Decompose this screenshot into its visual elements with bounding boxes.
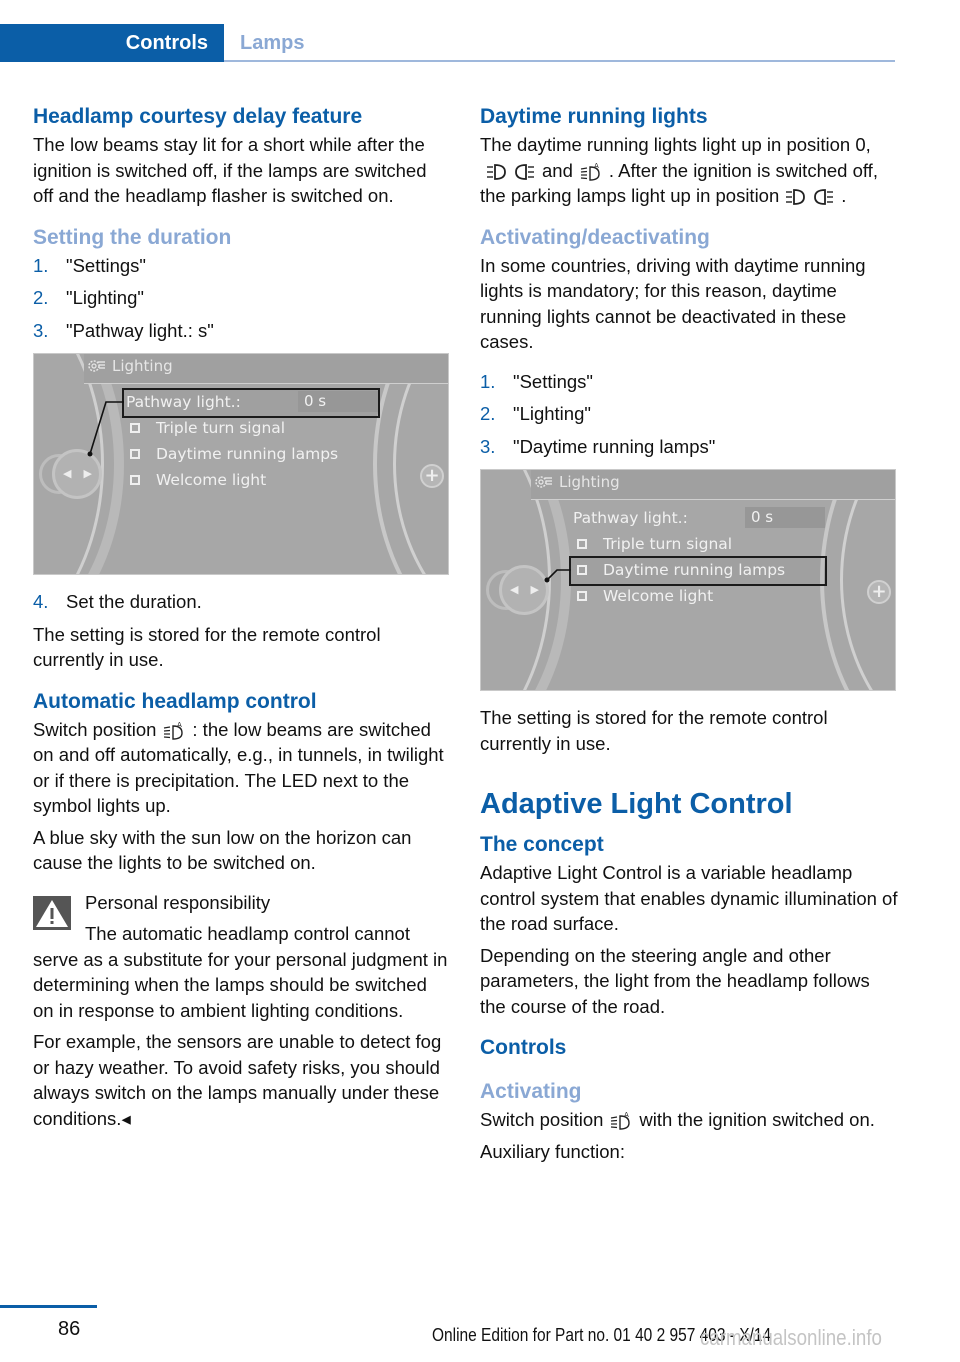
step-item: 3. "Pathway light.: s"	[33, 319, 214, 341]
automatic-headlamp-icon: A	[611, 1111, 631, 1130]
parking-lights-icon	[487, 163, 534, 180]
paragraph-stored: The setting is stored for the remote con…	[480, 707, 828, 754]
heading-auto-headlamp: Automatic headlamp control	[33, 689, 317, 713]
warning-text-2: For example, the sensors are unable to d…	[33, 1031, 442, 1129]
paragraph-auto: Switch position A: the low beams are swit…	[33, 718, 444, 817]
footer-rule	[0, 1305, 97, 1308]
automatic-headlamp-icon: A	[580, 162, 600, 181]
heading-courtesy-delay: Headlamp courtesy delay feature	[33, 105, 363, 128]
svg-text:A: A	[594, 162, 599, 170]
paragraph-switch: Switch position Awith the ignition switch…	[480, 1109, 875, 1130]
step-item: 4. Set the duration.	[33, 591, 202, 612]
svg-text:A: A	[177, 721, 182, 729]
step-item: 3. "Daytime running lamps"	[480, 435, 716, 457]
header-rule	[224, 60, 895, 62]
idrive-screenshot-pathway: Lighting Pathway light.: 0 s Triple turn …	[33, 353, 449, 575]
paragraph-drl: The daytime running lights light up in p…	[480, 134, 878, 206]
heading-controls: Controls	[480, 1036, 567, 1059]
watermark: carmanualsonline.info	[700, 1325, 882, 1350]
warning-text: The automatic headlamp control cannot se…	[33, 923, 448, 1021]
heading-activating: Activating	[480, 1080, 582, 1103]
steps-duration: 1. "Settings" 2. "Lighting" 3. "Pathway lig…	[33, 253, 451, 344]
heading-setting-duration: Setting the duration	[33, 225, 232, 249]
header-subsection-tab: Lamps	[240, 32, 305, 54]
steps-drl: 1. "Settings" 2. "Lighting" 3. "Daytime run…	[480, 369, 898, 460]
page-number: 86	[58, 1318, 81, 1340]
warning-triangle-icon	[33, 895, 71, 930]
parking-lights-icon	[786, 189, 834, 206]
heading-adaptive-light-control: Adaptive Light Control	[480, 788, 793, 820]
paragraph-steering: Depending on the steering angle and othe…	[480, 944, 870, 1017]
step-item: 1. "Settings"	[33, 254, 146, 276]
paragraph-activ: In some countries, driving with daytime …	[480, 254, 866, 353]
heading-activating-deactivating: Activating/deactivating	[480, 225, 710, 249]
warning-block: Personal responsibility The automatic he…	[33, 890, 451, 1132]
step-item: 1. "Settings"	[480, 370, 593, 392]
warning-title: Personal responsibility	[85, 891, 271, 913]
paragraph-auxiliary: Auxiliary function:	[480, 1140, 625, 1162]
step-item: 2. "Lighting"	[33, 287, 144, 308]
heading-drl: Daytime running lights	[480, 105, 708, 128]
paragraph-courtesy: The low beams stay lit for a short while…	[33, 134, 427, 206]
paragraph-concept: Adaptive Light Control is a variable hea…	[480, 862, 898, 934]
heading-concept: The concept	[480, 833, 604, 856]
leader-line	[544, 569, 571, 583]
step-item: 2. "Lighting"	[480, 403, 591, 424]
left-column: Headlamp courtesy delay feature The low …	[33, 102, 451, 1131]
page-header: Controls Lamps	[0, 24, 895, 62]
leader-line	[87, 401, 124, 457]
paragraph-stored: The setting is stored for the remote con…	[33, 623, 381, 671]
svg-text:A: A	[624, 1111, 629, 1119]
automatic-headlamp-icon: A	[164, 721, 184, 740]
header-section-tab: Controls	[0, 24, 224, 62]
idrive-screenshot-drl: Lighting Pathway light.: 0 s Triple turn …	[480, 469, 896, 691]
right-column: Daytime running lights The daytime runni…	[480, 102, 898, 1164]
paragraph-blue-sky: A blue sky with the sun low on the horiz…	[33, 826, 412, 874]
